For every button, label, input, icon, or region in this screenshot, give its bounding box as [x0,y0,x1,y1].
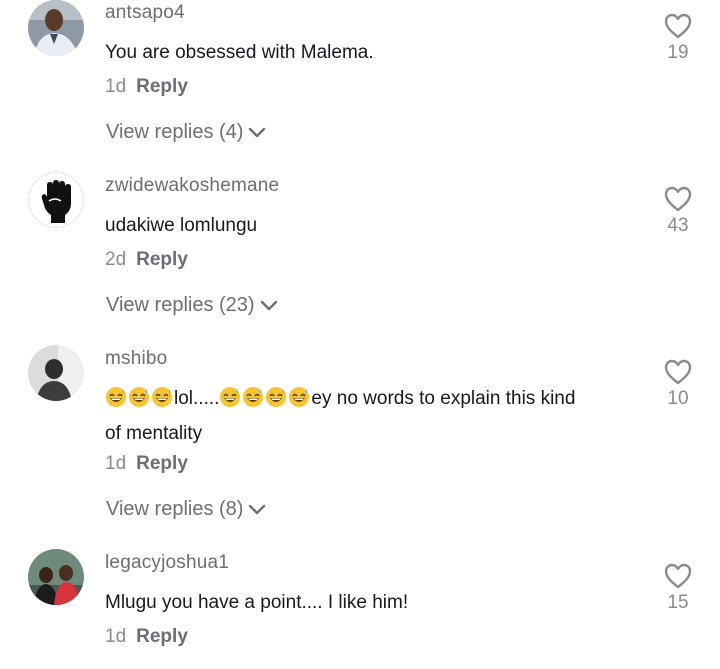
comment-username[interactable]: mshibo [105,348,167,370]
comment-text-part: of mentality [105,423,203,444]
comment-time: 1d [105,626,127,647]
grinning-sweat-emoji [151,386,173,418]
comment-time: 1d [105,76,127,97]
avatar[interactable] [28,172,84,228]
grinning-sweat-emoji [242,386,264,418]
like-count: 10 [667,388,689,409]
comment-text: lol..... ey no words to explain this kind… [105,383,635,449]
like-count: 43 [667,215,689,236]
reply-button[interactable]: Reply [136,626,188,647]
comment-text: You are obsessed with Malema. [105,42,374,63]
reply-button[interactable]: Reply [136,76,188,97]
heart-icon [664,563,692,589]
comment-meta: 1d Reply [105,626,188,648]
like-button[interactable]: 19 [660,12,696,64]
avatar[interactable] [28,549,84,605]
view-replies-label: View replies (4) [106,121,244,143]
grinning-sweat-emoji [288,386,310,418]
reply-button[interactable]: Reply [136,249,188,270]
comment-username[interactable]: antsapo4 [105,2,185,24]
heart-icon [664,13,692,39]
comment-time: 1d [105,453,127,474]
chevron-down-icon [249,127,266,137]
like-count: 15 [667,592,689,613]
view-replies-button[interactable]: View replies (8) [106,498,267,521]
like-button[interactable]: 15 [660,562,696,614]
raised-fist-icon [41,180,71,223]
reply-button[interactable]: Reply [136,453,188,474]
group-photo-icon [28,549,84,605]
view-replies-button[interactable]: View replies (23) [106,294,279,317]
grinning-sweat-emoji [265,386,287,418]
like-button[interactable]: 10 [660,358,696,410]
view-replies-label: View replies (23) [106,294,255,316]
like-count: 19 [667,42,689,63]
comment-meta: 2d Reply [105,249,188,271]
avatar[interactable] [28,0,84,56]
comment-username[interactable]: zwidewakoshemane [105,175,279,197]
view-replies-button[interactable]: View replies (4) [106,121,267,144]
grinning-sweat-emoji [105,386,127,418]
grinning-sweat-emoji [128,386,150,418]
heart-icon [664,186,692,212]
grinning-sweat-emoji [219,386,241,418]
comment-meta: 1d Reply [105,453,188,475]
avatar-photo-icon [28,0,84,56]
comment-text-part: ey no words to explain this kind [311,388,576,409]
view-replies-label: View replies (8) [106,498,244,520]
chevron-down-icon [249,504,266,514]
comment-time: 2d [105,249,127,270]
comment-text: udakiwe lomlungu [105,215,258,236]
avatar[interactable] [28,345,84,401]
like-button[interactable]: 43 [660,185,696,237]
comment-meta: 1d Reply [105,76,188,98]
heart-icon [664,359,692,385]
avatar-photo-icon [28,345,84,401]
comment-text: Mlugu you have a point.... I like him! [105,592,409,613]
chevron-down-icon [260,300,277,310]
comment-text-part: lol..... [174,388,220,409]
comment-username[interactable]: legacyjoshua1 [105,552,229,574]
